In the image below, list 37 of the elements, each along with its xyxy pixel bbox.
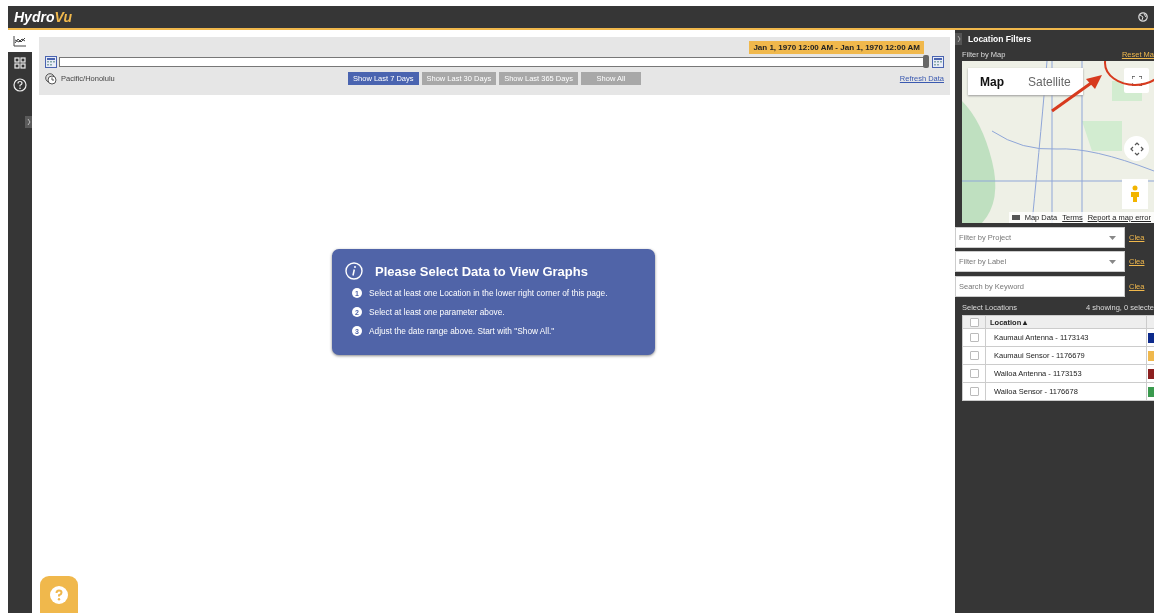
line-chart-icon bbox=[13, 35, 27, 47]
move-arrows-icon bbox=[1129, 141, 1144, 156]
calendar-icon[interactable] bbox=[932, 56, 944, 68]
fullscreen-icon bbox=[1131, 75, 1142, 86]
calendar-icon[interactable] bbox=[45, 56, 57, 68]
step-text: Select at least one Location in the lower right corner of this page. bbox=[369, 288, 608, 298]
person-icon bbox=[1130, 185, 1140, 203]
grid-icon bbox=[14, 57, 26, 69]
row-checkbox[interactable] bbox=[969, 369, 979, 379]
info-icon bbox=[345, 262, 363, 280]
clock-icon bbox=[45, 72, 57, 85]
keyboard-icon[interactable] bbox=[1011, 215, 1020, 220]
row-checkbox[interactable] bbox=[969, 351, 979, 361]
select-all-checkbox[interactable] bbox=[969, 317, 979, 327]
fullscreen-button[interactable] bbox=[1124, 68, 1149, 93]
app-logo: HydroVu bbox=[14, 9, 73, 25]
expand-toggle[interactable] bbox=[25, 116, 32, 128]
panel-title: Location Filters bbox=[968, 34, 1032, 44]
row-checkbox[interactable] bbox=[969, 387, 979, 397]
chevron-right-icon bbox=[26, 119, 31, 125]
step-text: Select at least one parameter above. bbox=[369, 307, 505, 317]
step-text: Adjust the date range above. Start with "Show All." bbox=[369, 326, 555, 336]
slider-handle[interactable] bbox=[923, 55, 929, 68]
date-range-label: Jan 1, 1970 12:00 AM - Jan 1, 1970 12:00 AM bbox=[749, 41, 924, 54]
help-icon bbox=[13, 78, 27, 92]
message-title: Please Select Data to View Graphs bbox=[375, 263, 588, 279]
row-checkbox[interactable] bbox=[969, 333, 979, 343]
collapse-toggle[interactable] bbox=[955, 33, 962, 45]
dropdown-caret-icon bbox=[1109, 259, 1116, 264]
globe-icon[interactable] bbox=[1138, 12, 1148, 22]
chevron-right-icon bbox=[956, 36, 961, 42]
help-button[interactable] bbox=[40, 576, 78, 613]
dropdown-caret-icon bbox=[1109, 235, 1116, 240]
map-type-button[interactable]: Satellite bbox=[1016, 68, 1083, 95]
map-type-button[interactable]: Map bbox=[968, 68, 1016, 95]
question-icon bbox=[50, 585, 68, 604]
street-view-button[interactable] bbox=[1122, 179, 1148, 209]
